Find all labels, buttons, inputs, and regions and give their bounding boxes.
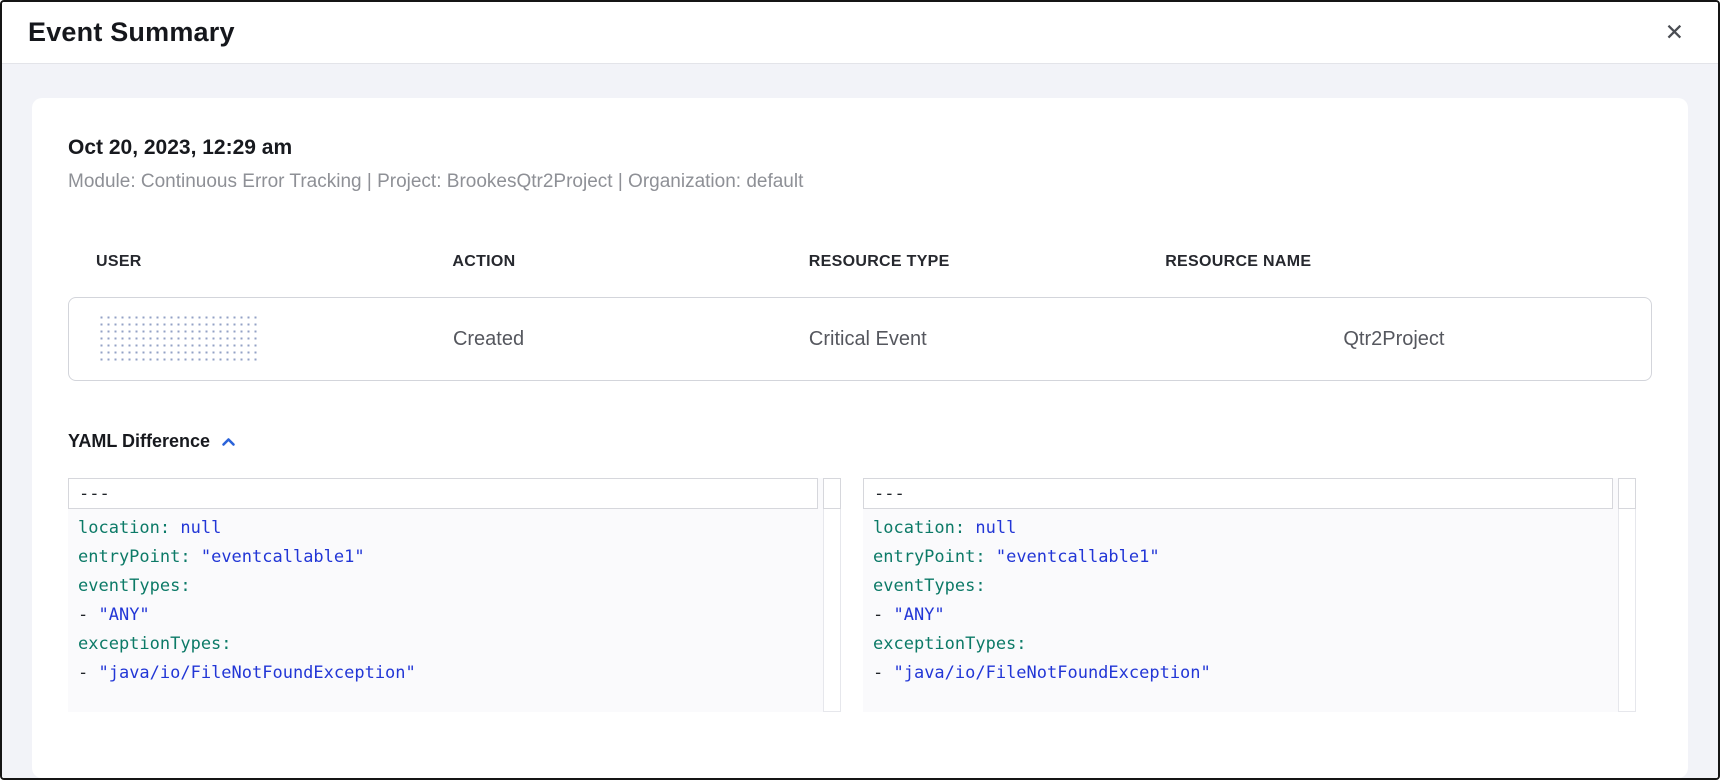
yaml-diff-panel-right: --- location: nullentryPoint: "eventcall… bbox=[863, 478, 1636, 712]
yaml-diff-panel-left: --- location: nullentryPoint: "eventcall… bbox=[68, 478, 841, 712]
action-cell: Created bbox=[425, 328, 781, 351]
redacted-user-placeholder bbox=[97, 313, 257, 365]
code-line: exceptionTypes: bbox=[873, 630, 1612, 659]
code-line: - "ANY" bbox=[78, 601, 817, 630]
code-line: entryPoint: "eventcallable1" bbox=[78, 543, 817, 572]
yaml-code-left: location: nullentryPoint: "eventcallable… bbox=[68, 509, 841, 688]
scrollbar-corner-right bbox=[1618, 478, 1636, 509]
yaml-difference-section-header: YAML Difference bbox=[68, 431, 1652, 452]
event-summary-card: Oct 20, 2023, 12:29 am Module: Continuou… bbox=[32, 98, 1688, 778]
column-header-resource-name: RESOURCE NAME bbox=[1137, 253, 1652, 271]
column-header-user: USER bbox=[68, 253, 424, 271]
modal-header: Event Summary ✕ bbox=[2, 2, 1718, 64]
chevron-up-icon[interactable] bbox=[220, 435, 237, 449]
table-row: Created Critical Event Qtr2Project bbox=[68, 297, 1652, 381]
resource-type-cell: Critical Event bbox=[781, 328, 1137, 351]
column-header-action: ACTION bbox=[424, 253, 780, 271]
yaml-difference-label: YAML Difference bbox=[68, 431, 210, 452]
close-icon[interactable]: ✕ bbox=[1661, 17, 1688, 48]
code-line: eventTypes: bbox=[78, 572, 817, 601]
code-line: eventTypes: bbox=[873, 572, 1612, 601]
code-line: - "ANY" bbox=[873, 601, 1612, 630]
yaml-diff-viewer: --- location: nullentryPoint: "eventcall… bbox=[68, 478, 1652, 712]
page-title: Event Summary bbox=[28, 17, 235, 48]
event-table-header: USER ACTION RESOURCE TYPE RESOURCE NAME bbox=[68, 253, 1652, 271]
code-line: entryPoint: "eventcallable1" bbox=[873, 543, 1612, 572]
code-line: location: null bbox=[873, 514, 1612, 543]
vertical-scrollbar-left[interactable] bbox=[823, 478, 841, 712]
column-header-resource-type: RESOURCE TYPE bbox=[781, 253, 1137, 271]
event-meta: Module: Continuous Error Tracking | Proj… bbox=[68, 171, 1652, 193]
user-cell bbox=[69, 313, 425, 365]
code-line: location: null bbox=[78, 514, 817, 543]
code-line: exceptionTypes: bbox=[78, 630, 817, 659]
modal-body: Oct 20, 2023, 12:29 am Module: Continuou… bbox=[2, 64, 1718, 778]
yaml-right-first-line: --- bbox=[863, 478, 1613, 509]
code-line: - "java/io/FileNotFoundException" bbox=[78, 659, 817, 688]
event-timestamp: Oct 20, 2023, 12:29 am bbox=[68, 136, 1652, 160]
yaml-code-right: location: nullentryPoint: "eventcallable… bbox=[863, 509, 1636, 688]
resource-name-cell: Qtr2Project bbox=[1137, 328, 1651, 351]
scrollbar-corner-left bbox=[823, 478, 841, 509]
vertical-scrollbar-right[interactable] bbox=[1618, 478, 1636, 712]
yaml-left-first-line: --- bbox=[68, 478, 818, 509]
event-summary-modal: Event Summary ✕ Oct 20, 2023, 12:29 am M… bbox=[0, 0, 1720, 780]
code-line: - "java/io/FileNotFoundException" bbox=[873, 659, 1612, 688]
